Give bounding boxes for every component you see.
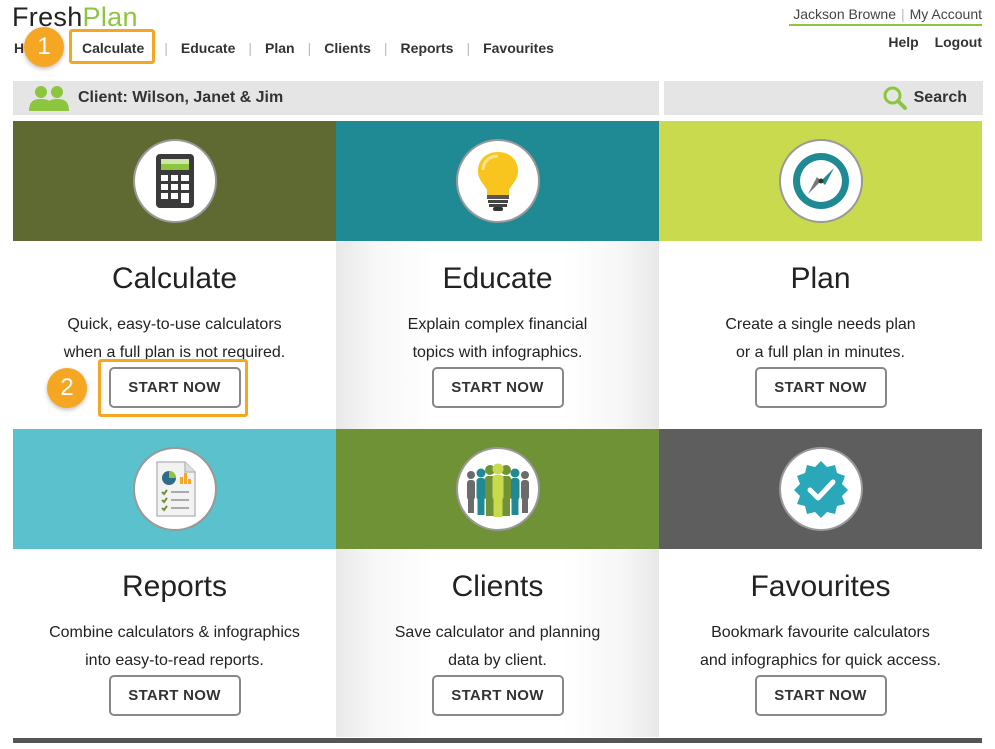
tile-desc-line: topics with infographics. bbox=[412, 344, 583, 361]
tile-description: Combine calculators & infographics into … bbox=[13, 619, 336, 675]
search-button[interactable]: Search bbox=[664, 81, 983, 115]
start-now-button-plan[interactable]: START NOW bbox=[754, 367, 887, 408]
search-label: Search bbox=[913, 89, 967, 106]
tile-desc-line: or a full plan in minutes. bbox=[736, 344, 905, 361]
people-group-icon bbox=[455, 447, 540, 531]
people-icon bbox=[29, 86, 69, 111]
nav-favourites[interactable]: Favourites bbox=[483, 40, 554, 56]
step-2-badge: 2 bbox=[47, 368, 87, 408]
tile-title: Calculate bbox=[111, 262, 238, 295]
start-now-button-calculate[interactable]: START NOW bbox=[108, 367, 241, 408]
client-bar[interactable]: Client: Wilson, Janet & Jim bbox=[13, 81, 659, 115]
tile-title: Educate bbox=[442, 262, 553, 295]
tile-description: Explain complex financial topics with in… bbox=[336, 311, 659, 367]
tile-plan: Plan Create a single needs plan or a ful… bbox=[659, 121, 982, 429]
tile-title: Favourites bbox=[750, 570, 891, 603]
start-now-button-reports[interactable]: START NOW bbox=[108, 675, 241, 716]
tile-description: Save calculator and planning data by cli… bbox=[336, 619, 659, 675]
logout-link[interactable]: Logout bbox=[935, 34, 982, 50]
tile-description: Create a single needs plan or a full pla… bbox=[659, 311, 982, 367]
calculator-icon bbox=[132, 139, 217, 223]
tile-band bbox=[659, 429, 982, 549]
search-icon bbox=[883, 86, 907, 110]
tile-title: Reports bbox=[121, 570, 228, 603]
report-icon bbox=[132, 447, 217, 531]
help-logout-row: Help Logout bbox=[789, 34, 982, 50]
tile-description: Bookmark favourite calculators and infog… bbox=[659, 619, 982, 675]
start-now-button-educate[interactable]: START NOW bbox=[431, 367, 564, 408]
tile-clients: Clients Save calculator and planning dat… bbox=[336, 429, 659, 737]
nav-separator: | bbox=[248, 40, 252, 56]
tile-desc-line: Quick, easy-to-use calculators bbox=[67, 316, 282, 333]
tile-title: Clients bbox=[451, 570, 544, 603]
tile-desc-line: into easy-to-read reports. bbox=[85, 652, 264, 669]
tile-reports: Reports Combine calculators & infographi… bbox=[13, 429, 336, 737]
tile-title: Plan bbox=[790, 262, 851, 295]
client-label: Client: Wilson, Janet & Jim bbox=[78, 89, 284, 106]
tile-desc-line: and infographics for quick access. bbox=[699, 652, 941, 669]
tile-desc-line: Combine calculators & infographics bbox=[49, 624, 300, 641]
user-menu: Jackson Browne | My Account Help Logout bbox=[789, 6, 982, 50]
start-now-button-clients[interactable]: START NOW bbox=[431, 675, 564, 716]
nav-separator: | bbox=[383, 40, 388, 56]
fresh-plan-logo[interactable]: FreshPlan bbox=[12, 2, 138, 32]
user-row: Jackson Browne | My Account bbox=[789, 6, 982, 26]
tile-band bbox=[659, 121, 982, 241]
tile-band bbox=[13, 121, 336, 241]
logo-plan-text: Plan bbox=[82, 2, 138, 32]
tile-desc-line: Bookmark favourite calculators bbox=[711, 624, 930, 641]
nav-separator: | bbox=[466, 40, 471, 56]
tile-desc-line: data by client. bbox=[448, 652, 547, 669]
nav-reports[interactable]: Reports bbox=[401, 40, 454, 56]
tile-band bbox=[336, 121, 659, 241]
tile-favourites: Favourites Bookmark favourite calculator… bbox=[659, 429, 982, 737]
nav-separator: | bbox=[164, 40, 168, 56]
tile-educate: Educate Explain complex financial topics… bbox=[336, 121, 659, 429]
my-account-link[interactable]: My Account bbox=[906, 6, 982, 22]
lightbulb-icon bbox=[455, 139, 540, 223]
tile-desc-line: Save calculator and planning bbox=[394, 624, 601, 641]
tile-band bbox=[336, 429, 659, 549]
main-nav: Home Calculate | Educate | Plan | Client… bbox=[14, 29, 554, 64]
tile-band bbox=[13, 429, 336, 549]
start-now-button-favourites[interactable]: START NOW bbox=[754, 675, 887, 716]
help-link[interactable]: Help bbox=[888, 34, 918, 50]
nav-separator: | bbox=[307, 40, 312, 56]
nav-clients[interactable]: Clients bbox=[324, 40, 371, 56]
tile-desc-line: Create a single needs plan bbox=[725, 316, 916, 333]
user-name-link[interactable]: Jackson Browne bbox=[789, 6, 900, 22]
nav-plan[interactable]: Plan bbox=[265, 40, 295, 56]
tile-desc-line: Explain complex financial bbox=[407, 316, 588, 333]
nav-calculate-wrap: Calculate bbox=[69, 29, 155, 64]
verified-badge-icon bbox=[778, 447, 863, 531]
highlight-box-calculate bbox=[69, 29, 155, 64]
step-1-badge: 1 bbox=[24, 27, 64, 67]
nav-educate[interactable]: Educate bbox=[181, 40, 235, 56]
compass-icon bbox=[778, 139, 863, 223]
footer-divider bbox=[13, 738, 982, 743]
